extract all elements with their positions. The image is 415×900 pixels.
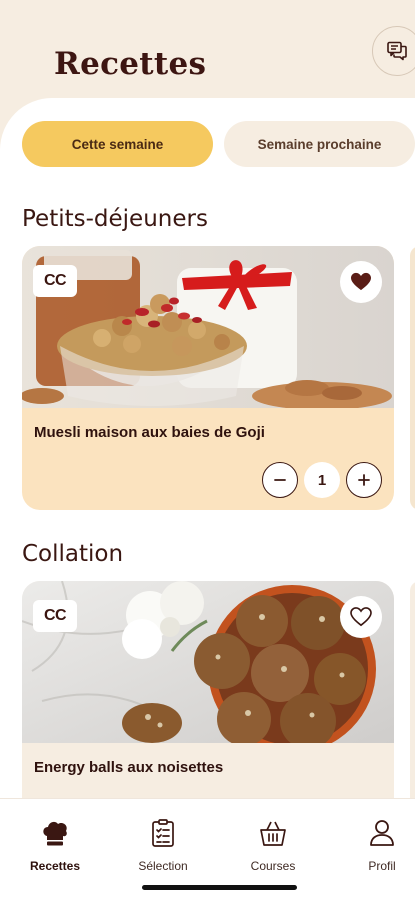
heart-filled-icon <box>351 272 371 291</box>
quantity-value: 1 <box>304 462 340 498</box>
page-title: Recettes <box>54 46 207 82</box>
cc-badge: CC <box>33 265 77 297</box>
increase-quantity-button[interactable] <box>346 462 382 498</box>
plus-icon <box>358 474 370 486</box>
recipe-name: Energy balls aux noisettes <box>34 759 224 776</box>
basket-icon <box>260 821 286 846</box>
nav-item-selection[interactable]: Sélection <box>123 817 203 873</box>
user-icon <box>370 820 394 846</box>
nav-item-courses[interactable]: Courses <box>233 817 313 873</box>
recipe-card-muesli[interactable]: CC Muesli maison aux baies de Goji 1 <box>22 246 394 510</box>
chat-icon <box>387 41 407 61</box>
nav-item-recettes[interactable]: Recettes <box>15 817 95 873</box>
recipe-image-energy-balls <box>22 581 394 743</box>
recipe-image-muesli <box>22 246 394 408</box>
decrease-quantity-button[interactable] <box>262 462 298 498</box>
section-title-breakfast: Petits-déjeuners <box>22 206 208 232</box>
home-indicator <box>142 885 297 890</box>
tab-this-week[interactable]: Cette semaine <box>22 121 213 167</box>
nav-label: Recettes <box>29 859 81 873</box>
heart-outline-icon <box>350 607 372 627</box>
recipe-name: Muesli maison aux baies de Goji <box>34 424 265 441</box>
favorite-button[interactable] <box>340 596 382 638</box>
clipboard-icon <box>152 819 174 847</box>
nav-item-profil[interactable]: Profil <box>342 817 415 873</box>
cc-badge: CC <box>33 600 77 632</box>
favorite-button[interactable] <box>340 261 382 303</box>
tab-next-week[interactable]: Semaine prochaine <box>224 121 415 167</box>
minus-icon <box>274 479 286 481</box>
nav-label: Sélection <box>138 859 188 873</box>
chef-hat-icon <box>43 821 67 846</box>
messages-button[interactable] <box>372 26 415 76</box>
nav-label: Courses <box>250 859 296 873</box>
section-title-snack: Collation <box>22 541 124 567</box>
main-content: Cette semaine Semaine prochaine Petits-d… <box>0 98 415 900</box>
nav-label: Profil <box>368 859 396 873</box>
next-recipe-card-peek[interactable] <box>410 246 415 510</box>
